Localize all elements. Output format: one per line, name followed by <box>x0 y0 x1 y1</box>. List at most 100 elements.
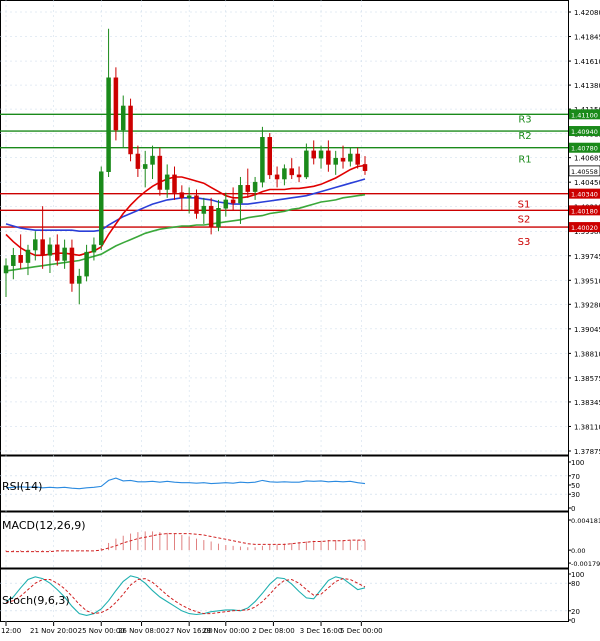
level-price-label-r2: 1.40940 <box>571 128 598 136</box>
candle-body <box>172 174 177 193</box>
candle-body <box>128 105 133 155</box>
candle-body <box>208 205 214 228</box>
level-name-s1: S1 <box>518 200 531 211</box>
candle-body <box>201 205 207 214</box>
candle-body <box>84 251 89 277</box>
level-name-r3: R3 <box>518 114 531 125</box>
candle-body <box>164 174 170 190</box>
rsi-label: RSI(14) <box>2 480 42 493</box>
candle-body <box>77 275 82 284</box>
macd-signal-line <box>6 533 365 553</box>
candle-body <box>216 208 221 228</box>
price-tick-label: 1.41380 <box>574 82 600 90</box>
macd-tick-label: 0.00 <box>571 547 585 555</box>
level-price-label-s3: 1.40020 <box>571 224 598 232</box>
price-tick-label: 1.41845 <box>574 34 600 42</box>
candle-body <box>238 185 243 204</box>
time-tick-label: 5 Dec 00:00 <box>340 627 383 635</box>
candle-body <box>18 255 23 263</box>
level-price-label-r1: 1.40780 <box>571 145 598 153</box>
candle-body <box>33 239 38 251</box>
stoch-tick-label: 100 <box>571 571 584 579</box>
price-tick-label: 1.38810 <box>574 350 600 358</box>
candle-body <box>311 150 316 159</box>
candle-body <box>348 153 353 162</box>
candle-body <box>245 185 251 192</box>
rsi-tick-label: 50 <box>571 482 580 490</box>
candle-body <box>296 174 302 178</box>
candle-body <box>362 164 368 171</box>
candle-body <box>252 181 258 192</box>
time-tick-label: 21 Nov 20:00 <box>30 627 77 635</box>
candle-body <box>157 155 163 190</box>
price-tick-label: 1.39745 <box>574 253 600 261</box>
time-tick-label: 12:00 <box>1 627 21 635</box>
macd-tick-label: 0.004181 <box>571 517 600 525</box>
candle-body <box>260 137 265 183</box>
level-name-r2: R2 <box>518 131 531 142</box>
candle-body <box>40 239 45 256</box>
level-price-label-s1: 1.40340 <box>571 191 598 199</box>
price-tick-label: 1.38575 <box>574 375 600 383</box>
candle-body <box>55 244 60 261</box>
candle-body <box>340 157 346 162</box>
candle-body <box>113 77 119 131</box>
candle-body <box>142 164 148 169</box>
level-name-s2: S2 <box>518 214 531 225</box>
candle-body <box>47 244 53 256</box>
candle-body <box>194 195 199 214</box>
candle-body <box>11 255 16 266</box>
rsi-tick-label: 100 <box>571 459 584 467</box>
price-tick-label: 1.41610 <box>574 58 600 66</box>
candle-body <box>223 199 229 209</box>
candle-body <box>186 195 192 199</box>
candle-body <box>289 168 294 176</box>
price-tick-label: 1.38110 <box>574 423 600 431</box>
candle-body <box>355 153 360 165</box>
stoch-tick-label: 20 <box>571 608 580 616</box>
candle-body <box>98 171 104 246</box>
candle-body <box>106 77 111 172</box>
macd-tick-label: -0.001794 <box>571 560 600 568</box>
candle-body <box>333 157 338 165</box>
price-tick-label: 1.42080 <box>574 9 600 17</box>
price-tick-label: 1.38345 <box>574 399 600 407</box>
rsi-tick-label: 0 <box>571 505 575 513</box>
candle-body <box>25 249 31 263</box>
forex-chart: 1.420801.418451.416101.413801.411501.409… <box>0 0 600 637</box>
candle-body <box>326 150 331 165</box>
candle-body <box>179 192 185 199</box>
ma-green-line <box>5 193 366 272</box>
candle-body <box>267 137 273 176</box>
candle-body <box>150 155 155 165</box>
current-price-label: 1.40558 <box>571 168 598 176</box>
candle-body <box>135 153 141 169</box>
candle-body <box>230 199 236 204</box>
level-name-s3: S3 <box>518 237 531 248</box>
price-tick-label: 1.37875 <box>574 448 600 456</box>
rsi-line <box>5 477 366 490</box>
candle-body <box>69 247 75 284</box>
candle-body <box>282 168 287 180</box>
stoch-tick-label: 80 <box>571 580 580 588</box>
price-tick-label: 1.39045 <box>574 326 600 334</box>
level-price-label-r3: 1.41100 <box>571 111 598 119</box>
rsi-tick-label: 70 <box>571 473 580 481</box>
candle-body <box>91 244 97 253</box>
stoch-tick-label: 0 <box>571 617 575 625</box>
candle-body <box>304 150 309 178</box>
candle-body <box>274 174 280 180</box>
price-tick-label: 1.39510 <box>574 277 600 285</box>
candle-body <box>62 247 67 261</box>
candle-body <box>318 150 324 159</box>
chart-frame <box>0 0 569 622</box>
candle-body <box>120 105 126 131</box>
stoch-label: Stoch(9,6,3) <box>2 594 70 607</box>
price-tick-label: 1.39280 <box>574 301 600 309</box>
level-price-label-s2: 1.40180 <box>571 207 598 215</box>
level-name-r1: R1 <box>518 155 531 166</box>
price-tick-label: 1.40685 <box>574 155 600 163</box>
candle-body <box>3 265 9 274</box>
macd-label: MACD(12,26,9) <box>2 519 86 532</box>
rsi-tick-label: 30 <box>571 491 580 499</box>
